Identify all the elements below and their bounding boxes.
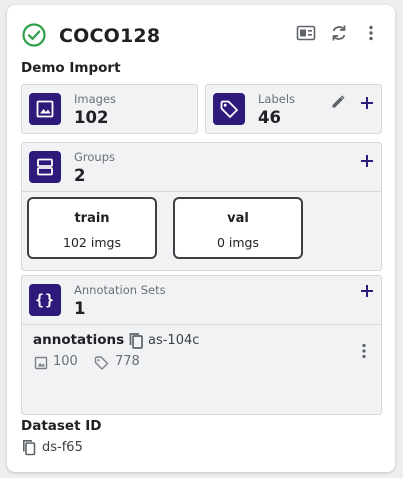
groups-divider [22, 191, 381, 192]
annotation-set-name: annotations [33, 332, 125, 348]
group-name: val [227, 211, 249, 226]
groups-panel: Groups 2 train 102 imgs val 0 imgs [21, 142, 382, 271]
group-name: train [74, 211, 110, 226]
groups-label: Groups [74, 150, 116, 164]
dataset-subtitle: Demo Import [21, 60, 121, 76]
groups-count: 2 [74, 166, 86, 185]
preview-icon[interactable] [294, 21, 318, 45]
annotation-sets-panel: {} Annotation Sets 1 annotations as-104c [21, 275, 382, 415]
group-chip-val[interactable]: val 0 imgs [173, 197, 303, 259]
annotation-sets-count: 1 [74, 299, 86, 318]
group-chip-train[interactable]: train 102 imgs [27, 197, 157, 259]
copy-dataset-id-icon[interactable] [22, 439, 36, 456]
copy-icon[interactable] [128, 332, 144, 350]
dataset-id-label: Dataset ID [21, 418, 102, 434]
add-label-icon[interactable] [358, 94, 376, 112]
annotation-label-count: 778 [115, 354, 140, 369]
images-label: Images [74, 92, 117, 106]
add-annotation-set-icon[interactable] [358, 282, 376, 300]
group-image-count: 0 imgs [216, 235, 260, 250]
annotation-set-id: as-104c [148, 333, 200, 348]
annotation-set-row[interactable]: annotations as-104c 100 778 [22, 325, 381, 413]
groups-icon [29, 151, 61, 183]
more-vert-icon[interactable] [359, 21, 383, 45]
images-stat[interactable]: Images 102 [21, 84, 198, 134]
labels-stat[interactable]: Labels 46 [205, 84, 382, 134]
annotation-image-count: 100 [53, 354, 78, 369]
dataset-card: COCO128 Demo Import Images 102 Labels 46… [7, 5, 395, 472]
add-group-icon[interactable] [358, 152, 376, 170]
group-image-count: 102 imgs [63, 235, 121, 250]
dataset-title: COCO128 [59, 25, 161, 47]
labels-count: 46 [258, 108, 281, 127]
annotation-more-icon[interactable] [358, 341, 370, 361]
edit-icon[interactable] [330, 94, 346, 110]
image-icon [29, 93, 61, 125]
braces-icon: {} [29, 284, 61, 316]
sync-icon[interactable] [327, 21, 351, 45]
labels-label: Labels [258, 92, 296, 106]
tag-icon [213, 93, 245, 125]
check-circle-icon [21, 22, 47, 48]
dataset-id: ds-f65 [42, 440, 83, 455]
label-count-icon [94, 355, 110, 370]
annotation-sets-label: Annotation Sets [74, 283, 166, 297]
image-count-icon [34, 355, 48, 370]
images-count: 102 [74, 108, 109, 127]
